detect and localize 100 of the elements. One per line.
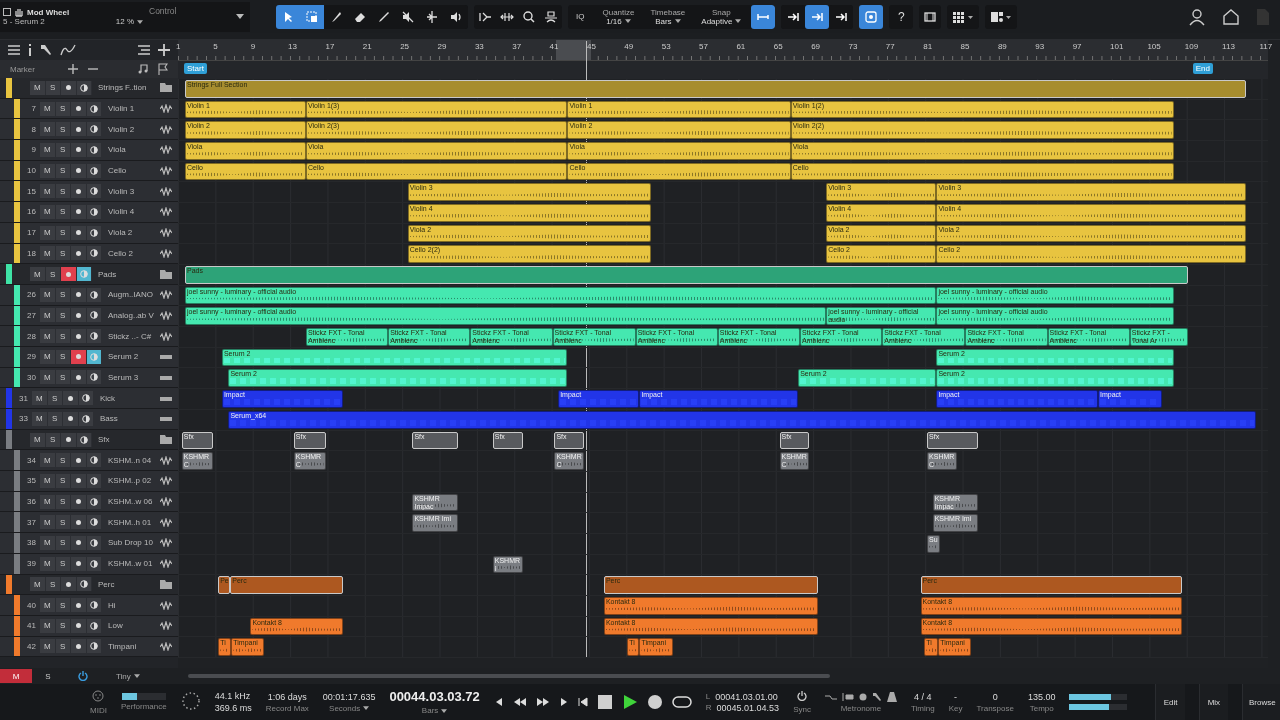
mute-button[interactable]: M (40, 349, 56, 364)
right-locator[interactable]: 00045.01.04.53 (716, 702, 780, 713)
sample-rate: 44.1 kHz (214, 691, 251, 701)
track-name[interactable]: Stickz ..- C# (108, 331, 160, 341)
time-format-dropdown[interactable]: Seconds (329, 703, 370, 713)
mute-button[interactable]: M (40, 329, 56, 344)
bar-number: 9 (250, 42, 256, 51)
view-button[interactable]: Edit (1155, 684, 1185, 720)
track-name[interactable]: Violin 2 (108, 124, 160, 134)
mute-button[interactable]: M (30, 432, 46, 447)
track-name[interactable]: Viola 2 (108, 228, 160, 238)
track-name[interactable]: Bass (100, 414, 160, 424)
mute-button[interactable]: M (40, 308, 56, 323)
track-number: 30 (26, 372, 36, 382)
bar-number: 5 (213, 42, 218, 51)
mute-button[interactable]: M (40, 101, 56, 116)
track-name[interactable]: Serum 2 (108, 352, 160, 362)
grid-setting-dropdown[interactable]: Timebase Bars (644, 7, 692, 26)
mute-button[interactable]: M (40, 598, 56, 613)
solo-all-button[interactable]: S (32, 669, 64, 683)
mute-button[interactable]: M (40, 453, 56, 468)
track-name[interactable]: KSHM..h 01 (108, 517, 160, 527)
parameter-value[interactable]: 12 % (115, 17, 143, 26)
track-name[interactable]: Serum 3 (108, 372, 160, 382)
track-name[interactable]: KSHM..w 06 (108, 497, 160, 507)
left-locator-label: L (705, 691, 711, 702)
transpose-value[interactable]: 0 (992, 691, 998, 702)
track-name[interactable]: Analog..ab V (108, 310, 160, 320)
track-name[interactable]: Sub Drop 10 (108, 538, 160, 548)
time-signature[interactable]: 4 / 4 (914, 691, 932, 702)
grid-setting-dropdown[interactable]: Snap Adaptive (695, 7, 748, 26)
mute-button[interactable]: M (40, 370, 56, 385)
track-number: 35 (26, 476, 36, 486)
mute-button[interactable]: M (40, 163, 56, 178)
track-name[interactable]: Augm..IANO (108, 290, 160, 300)
track-name[interactable]: Kick (100, 393, 160, 403)
track-number: 17 (26, 228, 36, 238)
track-name[interactable]: Pads (98, 269, 160, 279)
bar-number: 13 (288, 42, 297, 51)
track-number: 9 (30, 145, 36, 155)
track-number: 26 (26, 290, 36, 300)
mute-button[interactable]: M (40, 287, 56, 302)
track-number: 15 (26, 186, 36, 196)
mute-button[interactable]: M (40, 473, 56, 488)
track-number: 36 (26, 497, 36, 507)
mute-button[interactable]: M (32, 411, 48, 426)
track-height-dropdown[interactable]: Tiny (116, 671, 140, 681)
mute-button[interactable]: M (40, 618, 56, 633)
latency: 369.6 ms (214, 703, 252, 713)
mute-button[interactable]: M (40, 122, 56, 137)
track-name[interactable]: Strings F..tion (98, 83, 160, 93)
track-name[interactable]: Violin 4 (108, 207, 160, 217)
track-name[interactable]: Cello (108, 166, 160, 176)
mute-button[interactable]: M (40, 225, 56, 240)
track-name[interactable]: Low (108, 621, 160, 631)
key-value[interactable]: - (954, 691, 958, 702)
mute-button[interactable]: M (30, 577, 46, 592)
bar-number: 41 (549, 42, 559, 51)
track-name[interactable]: Perc (98, 579, 160, 589)
mute-button[interactable]: M (40, 556, 56, 571)
track-name[interactable]: Timpani (108, 641, 160, 651)
bar-number: 81 (923, 42, 933, 51)
track-name[interactable]: Cello 2 (108, 248, 160, 258)
iq-button[interactable]: IQ (568, 12, 593, 21)
track-number: 34 (26, 455, 36, 465)
view-button[interactable]: Mix (1198, 684, 1228, 720)
bar-number: 37 (512, 42, 522, 51)
track-name[interactable]: Sfx (98, 435, 160, 445)
mute-button[interactable]: M (40, 204, 56, 219)
mute-button[interactable]: M (40, 142, 56, 157)
mute-button[interactable]: M (40, 184, 56, 199)
mute-button[interactable]: M (40, 494, 56, 509)
timing-label: Timing (910, 703, 935, 713)
mute-button[interactable]: M (40, 639, 56, 654)
track-name[interactable]: Viola (108, 145, 160, 155)
left-locator[interactable]: 00041.03.01.00 (715, 691, 778, 702)
grid-setting-dropdown[interactable]: Quantize 1/16 (596, 7, 641, 26)
track-name[interactable]: Violin 3 (108, 186, 160, 196)
mute-button[interactable]: M (32, 391, 48, 406)
track-name[interactable]: KSHM..p 02 (108, 476, 160, 486)
sync-label: Sync (793, 704, 811, 714)
track-name[interactable]: KSHM..w 01 (108, 559, 160, 569)
tempo-value[interactable]: 135.00 (1027, 691, 1056, 702)
help-button[interactable]: ? (889, 4, 914, 29)
mute-button[interactable]: M (40, 515, 56, 530)
track-name[interactable]: Violin 1 (108, 104, 160, 114)
bar-number: 53 (661, 42, 671, 51)
view-button[interactable]: Browse (1242, 684, 1280, 720)
bar-number: 33 (474, 42, 484, 51)
mute-button[interactable]: M (40, 535, 56, 550)
track-number: 16 (26, 207, 36, 217)
track-number: 40 (26, 600, 36, 610)
track-name[interactable]: Hi (108, 600, 160, 610)
mute-button[interactable]: M (30, 267, 46, 282)
position-format-dropdown[interactable]: Bars (421, 706, 448, 715)
track-number: 38 (26, 538, 36, 548)
mute-all-button[interactable]: M (0, 669, 32, 683)
mute-button[interactable]: M (40, 246, 56, 261)
mute-button[interactable]: M (30, 80, 46, 95)
track-name[interactable]: KSHM..n 04 (108, 455, 160, 465)
